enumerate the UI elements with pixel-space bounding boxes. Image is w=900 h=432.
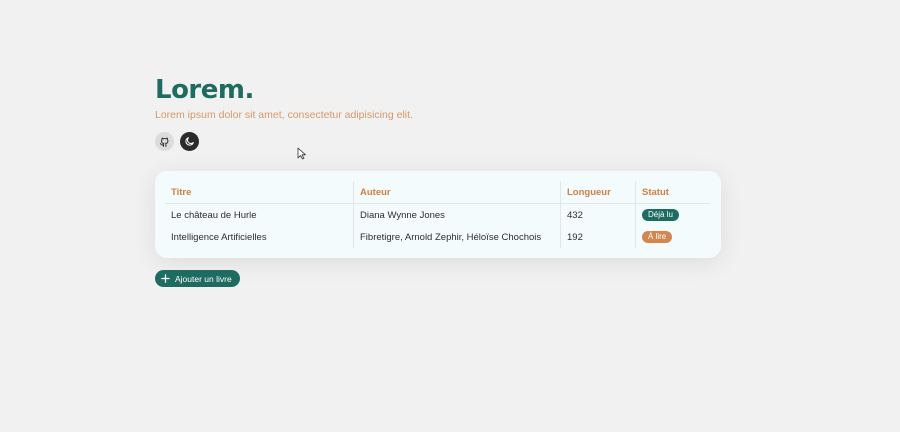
cell-author: Diana Wynne Jones — [353, 203, 561, 226]
cell-length: 192 — [560, 226, 636, 248]
books-table: Titre Auteur Longueur Statut Le château … — [165, 181, 710, 248]
moon-icon — [185, 137, 194, 146]
books-table-card: Titre Auteur Longueur Statut Le château … — [155, 171, 721, 258]
page: Lorem. Lorem ipsum dolor sit amet, conse… — [0, 0, 900, 432]
theme-toggle-button[interactable] — [180, 132, 199, 151]
column-header-author[interactable]: Auteur — [353, 181, 561, 204]
cell-length: 432 — [560, 203, 636, 226]
page-subtitle: Lorem ipsum dolor sit amet, consectetur … — [155, 109, 413, 121]
status-badge: Déjà lu — [642, 209, 679, 221]
add-book-label: Ajouter un livre — [175, 273, 232, 284]
column-header-length[interactable]: Longueur — [560, 181, 636, 204]
cell-status: À lire — [635, 226, 710, 248]
header: Lorem. Lorem ipsum dolor sit amet, conse… — [155, 74, 413, 151]
cell-status: Déjà lu — [635, 203, 710, 226]
cell-title: Le château de Hurle — [171, 209, 257, 221]
github-icon — [159, 137, 169, 147]
cell-title: Intelligence Artificielles — [171, 231, 267, 243]
table-row[interactable]: Intelligence Artificielles Fibretigre, A… — [165, 226, 710, 248]
add-book-button[interactable]: Ajouter un livre — [155, 270, 240, 287]
cell-author: Fibretigre, Arnold Zephir, Héloïse Choch… — [353, 226, 561, 248]
column-header-status[interactable]: Statut — [635, 181, 710, 204]
plus-icon — [161, 274, 170, 283]
github-button[interactable] — [155, 132, 174, 151]
table-header-row: Titre Auteur Longueur Statut — [165, 181, 710, 204]
table-row[interactable]: Le château de Hurle Diana Wynne Jones 43… — [165, 203, 710, 226]
status-badge: À lire — [642, 231, 673, 243]
column-header-title[interactable]: Titre — [165, 181, 354, 204]
icon-row — [155, 132, 413, 151]
page-title: Lorem. — [155, 75, 254, 105]
mouse-cursor-icon — [297, 147, 306, 160]
